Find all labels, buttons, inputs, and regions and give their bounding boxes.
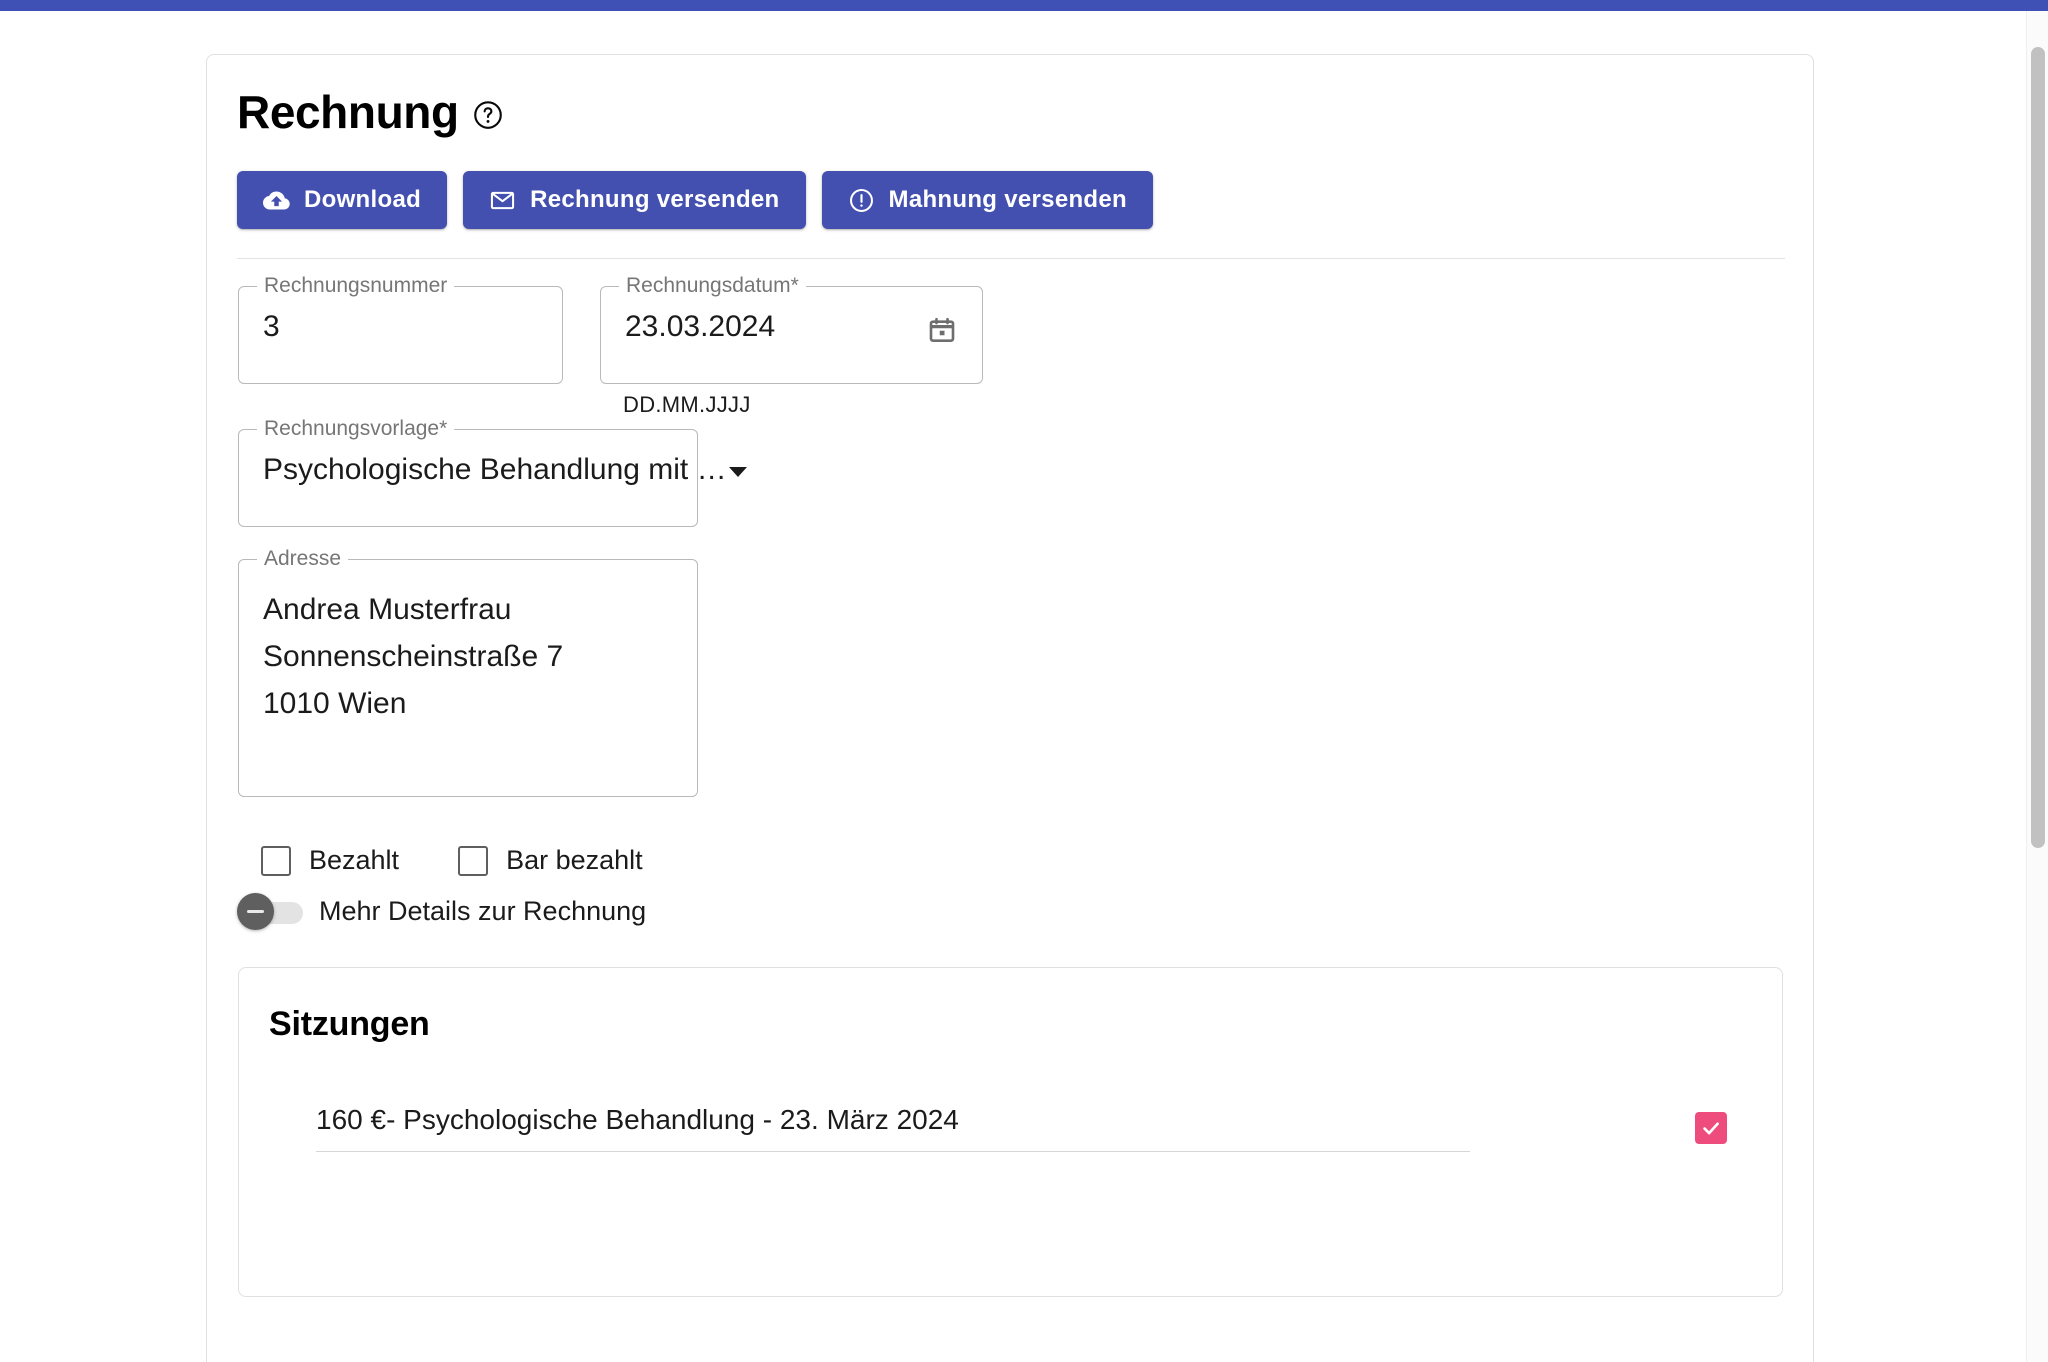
invoice-template-label: Rechnungsvorlage* bbox=[257, 418, 455, 440]
send-reminder-button[interactable]: Mahnung versenden bbox=[821, 171, 1153, 229]
alert-circle-icon bbox=[848, 187, 875, 214]
paid-checkbox-label: Bezahlt bbox=[309, 845, 400, 875]
paid-checkbox-group[interactable]: Bezahlt bbox=[261, 845, 399, 876]
help-circle-icon[interactable] bbox=[473, 100, 503, 130]
session-text: 160 €- Psychologische Behandlung - 23. M… bbox=[316, 1104, 959, 1135]
invoice-template-value: Psychologische Behandlung mit … bbox=[263, 453, 727, 486]
invoice-date-label: Rechnungsdatum* bbox=[619, 275, 806, 297]
sessions-title: Sitzungen bbox=[269, 1005, 430, 1043]
download-button[interactable]: Download bbox=[237, 171, 448, 229]
invoice-action-buttons: Download Rechnung versenden Mahnung vers… bbox=[237, 171, 1783, 229]
paid-checkbox[interactable] bbox=[261, 845, 291, 876]
cloud-download-icon bbox=[263, 187, 290, 214]
more-details-toggle[interactable] bbox=[237, 892, 303, 930]
page-surface: Rechnung Download Rechnung versenden Mah… bbox=[0, 11, 2026, 1362]
paid-cash-checkbox[interactable] bbox=[458, 845, 489, 876]
app-top-accent-bar bbox=[0, 0, 2048, 11]
chevron-down-icon bbox=[728, 467, 747, 477]
invoice-number-field[interactable]: Rechnungsnummer 3 bbox=[238, 275, 563, 384]
session-row: 160 €- Psychologische Behandlung - 23. M… bbox=[239, 1104, 1782, 1152]
invoice-card: Rechnung Download Rechnung versenden Mah… bbox=[206, 54, 1814, 1362]
send-reminder-button-label: Mahnung versenden bbox=[888, 186, 1127, 213]
invoice-card-content: Rechnung Download Rechnung versenden Mah… bbox=[237, 83, 1785, 1297]
invoice-number-label: Rechnungsnummer bbox=[257, 275, 455, 297]
toggle-knob bbox=[237, 892, 274, 930]
send-invoice-button-label: Rechnung versenden bbox=[530, 186, 780, 213]
send-invoice-button[interactable]: Rechnung versenden bbox=[463, 171, 806, 229]
more-details-toggle-row[interactable]: Mehr Details zur Rechnung bbox=[237, 892, 1783, 930]
invoice-meta-row: Rechnungsnummer 3 Rechnungsdatum* 23.03.… bbox=[237, 275, 1783, 417]
payment-checkbox-row: Bezahlt Bar bezahlt bbox=[261, 845, 1783, 876]
scrollbar-thumb[interactable] bbox=[2031, 47, 2045, 848]
invoice-template-select[interactable]: Rechnungsvorlage* Psychologische Behandl… bbox=[238, 418, 747, 527]
session-checkbox[interactable] bbox=[1695, 1112, 1727, 1144]
page-title-row: Rechnung bbox=[237, 83, 1783, 141]
download-button-label: Download bbox=[304, 186, 422, 213]
page-title: Rechnung bbox=[237, 86, 459, 138]
more-details-toggle-label: Mehr Details zur Rechnung bbox=[319, 896, 647, 926]
address-value: Andrea Musterfrau Sonnenscheinstraße 7 1… bbox=[263, 593, 564, 720]
mail-icon bbox=[489, 187, 516, 214]
paid-cash-checkbox-group[interactable]: Bar bezahlt bbox=[458, 845, 643, 876]
toolbar-divider bbox=[237, 258, 1785, 259]
calendar-icon[interactable] bbox=[927, 315, 957, 345]
address-label: Adresse bbox=[257, 548, 349, 570]
invoice-date-hint: DD.MM.JJJJ bbox=[623, 392, 751, 417]
vertical-scrollbar[interactable] bbox=[2026, 11, 2048, 1362]
paid-cash-checkbox-label: Bar bezahlt bbox=[506, 845, 643, 875]
address-textarea[interactable]: Adresse Andrea Musterfrau Sonnenscheinst… bbox=[238, 548, 698, 797]
session-text-wrap: 160 €- Psychologische Behandlung - 23. M… bbox=[316, 1104, 1470, 1152]
sessions-card: Sitzungen 160 €- Psychologische Behandlu… bbox=[238, 967, 1783, 1297]
invoice-date-field[interactable]: Rechnungsdatum* 23.03.2024 bbox=[600, 275, 983, 384]
